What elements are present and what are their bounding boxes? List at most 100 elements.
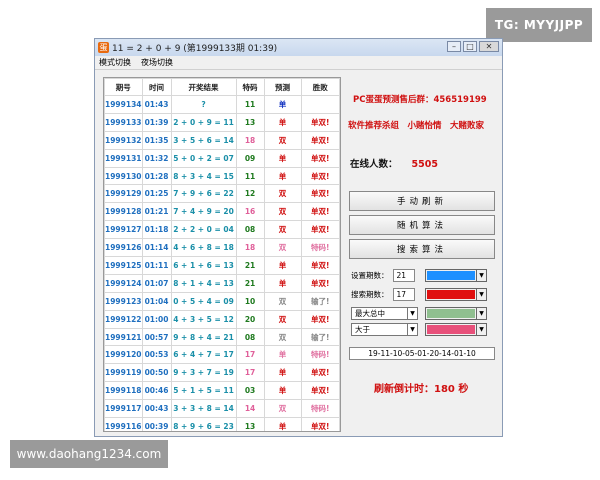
manual-refresh-button[interactable]: 手动刷新 (349, 191, 495, 211)
table-row[interactable]: 1999133 01:39 2 + 0 + 9 = 11 13 单单双! (104, 112, 340, 132)
period-cell: 1999133 (104, 112, 143, 132)
win-loss-cell: 单双! (300, 220, 340, 240)
win-loss-cell: 单双! (300, 112, 340, 132)
table-row[interactable]: 1999130 01:28 8 + 3 + 4 = 15 11 单单双! (104, 166, 340, 186)
result-cell: 5 + 0 + 2 = 07 (170, 148, 237, 168)
result-cell: 7 + 9 + 6 = 22 (170, 184, 237, 204)
prediction-cell: 单 (263, 273, 302, 293)
prediction-cell: 单 (263, 95, 302, 114)
prediction-cell: 单 (263, 345, 302, 365)
win-loss-cell: 单双! (300, 363, 340, 383)
special-cell: 17 (235, 345, 265, 365)
time-cell: 01:00 (141, 309, 172, 329)
prediction-cell: 单 (263, 148, 302, 168)
greater-than-select[interactable]: 大于 ▼ (351, 323, 418, 336)
period-cell: 1999126 (104, 238, 143, 258)
app-icon: 蛋 (98, 42, 109, 53)
table-row[interactable]: 1999123 01:04 0 + 5 + 4 = 09 10 双输了! (104, 291, 340, 311)
result-cell: 2 + 0 + 9 = 11 (170, 112, 237, 132)
countdown-value: 180 (434, 384, 455, 395)
header-time: 时间 (141, 78, 172, 96)
special-cell: 03 (235, 381, 265, 401)
menu-night-switch[interactable]: 夜场切换 (141, 57, 173, 68)
win-loss-cell: 特码! (300, 399, 340, 419)
maximize-button[interactable]: □ (463, 41, 477, 52)
search-algorithm-button[interactable]: 搜索算法 (349, 239, 495, 259)
time-cell: 00:53 (141, 345, 172, 365)
chevron-down-icon: ▼ (476, 270, 486, 281)
countdown-unit: 秒 (458, 384, 469, 395)
watermark-top: TG: MYYJJPP (486, 8, 592, 42)
win-loss-cell: 单双! (300, 256, 340, 275)
table-row[interactable]: 1999125 01:11 6 + 1 + 6 = 13 21 单单双! (104, 256, 340, 275)
table-row[interactable]: 1999124 01:07 8 + 1 + 4 = 13 21 单单双! (104, 273, 340, 293)
result-cell: 0 + 5 + 4 = 09 (170, 291, 237, 311)
period-cell: 1999118 (104, 381, 143, 401)
menu-mode-switch[interactable]: 模式切换 (99, 57, 131, 68)
time-cell: 01:43 (141, 95, 172, 114)
color-picker-3[interactable]: ▼ (425, 307, 487, 320)
special-cell: 18 (235, 238, 265, 258)
table-row[interactable]: 1999127 01:18 2 + 2 + 0 = 04 08 双单双! (104, 220, 340, 240)
table-row[interactable]: 1999117 00:43 3 + 3 + 8 = 14 14 双特码! (104, 399, 340, 419)
period-cell: 1999127 (104, 220, 143, 240)
table-row[interactable]: 1999129 01:25 7 + 9 + 6 = 22 12 双单双! (104, 184, 340, 204)
table-row[interactable]: 1999119 00:50 9 + 3 + 7 = 19 17 单单双! (104, 363, 340, 383)
time-cell: 00:50 (141, 363, 172, 383)
title-bar[interactable]: 蛋 11 = 2 + 0 + 9 (第1999133期 01:39) – □ ✕ (95, 39, 502, 56)
close-button[interactable]: ✕ (479, 41, 499, 52)
special-cell: 13 (235, 112, 265, 132)
table-row[interactable]: 1999131 01:32 5 + 0 + 2 = 07 09 单单双! (104, 148, 340, 168)
table-row[interactable]: 1999120 00:53 6 + 4 + 7 = 17 17 单特码! (104, 345, 340, 365)
period-cell: 1999130 (104, 166, 143, 186)
header-period: 期号 (104, 78, 143, 96)
special-cell: 17 (235, 363, 265, 383)
time-cell: 00:57 (141, 327, 172, 347)
special-cell: 20 (235, 309, 265, 329)
header-win-loss: 胜败 (300, 78, 340, 96)
special-cell: 11 (235, 166, 265, 186)
win-loss-cell: 单双! (300, 148, 340, 168)
color-picker-4[interactable]: ▼ (425, 323, 487, 336)
prediction-cell: 双 (263, 184, 302, 204)
header-prediction: 预测 (263, 78, 302, 96)
online-label: 在线人数： (350, 159, 398, 170)
time-cell: 01:39 (141, 112, 172, 132)
table-row[interactable]: 1999132 01:35 3 + 5 + 6 = 14 18 双单双! (104, 130, 340, 150)
prediction-cell: 单 (263, 112, 302, 132)
special-cell: 10 (235, 291, 265, 311)
result-cell: 4 + 3 + 5 = 12 (170, 309, 237, 329)
sequence-field[interactable]: 19-11-10-05-01-20-14-01-10 (349, 347, 495, 360)
special-cell: 11 (235, 95, 265, 114)
period-cell: 1999131 (104, 148, 143, 168)
time-cell: 01:14 (141, 238, 172, 258)
chevron-down-icon: ▼ (407, 308, 417, 319)
table-row[interactable]: 1999121 00:57 9 + 8 + 4 = 21 08 双输了! (104, 327, 340, 347)
period-cell: 1999128 (104, 202, 143, 222)
prediction-cell: 单 (263, 166, 302, 186)
periods-input[interactable]: 21 (392, 269, 415, 282)
win-loss-cell: 单双! (300, 309, 340, 329)
period-cell: 1999119 (104, 363, 143, 383)
random-algorithm-button[interactable]: 随机算法 (349, 215, 495, 235)
table-row[interactable]: 1999118 00:46 5 + 1 + 5 = 11 03 单单双! (104, 381, 340, 401)
color-picker-2[interactable]: ▼ (425, 288, 487, 301)
time-cell: 01:21 (141, 202, 172, 222)
search-input[interactable]: 17 (392, 288, 415, 301)
color-picker-1[interactable]: ▼ (425, 269, 487, 282)
table-row[interactable]: 1999134 01:43? 11 单 (104, 95, 340, 114)
win-loss-cell: 单双! (300, 273, 340, 293)
table-row[interactable]: 1999116 00:39 8 + 9 + 6 = 23 13 单单双! (104, 417, 340, 431)
table-row[interactable]: 1999122 01:00 4 + 3 + 5 = 12 20 双单双! (104, 309, 340, 329)
refresh-countdown: 刷新倒计时：180 秒 (374, 380, 468, 395)
max-total-select[interactable]: 最大总中 ▼ (351, 307, 418, 320)
result-cell: 8 + 1 + 4 = 13 (170, 273, 237, 293)
win-loss-cell: 单双! (300, 202, 340, 222)
special-cell: 12 (235, 184, 265, 204)
time-cell: 00:43 (141, 399, 172, 419)
table-row[interactable]: 1999126 01:14 4 + 6 + 8 = 18 18 双特码! (104, 238, 340, 258)
table-row[interactable]: 1999128 01:21 7 + 4 + 9 = 20 16 双单双! (104, 202, 340, 222)
prediction-cell: 双 (263, 130, 302, 150)
header-result: 开奖结果 (170, 78, 237, 96)
minimize-button[interactable]: – (447, 41, 461, 52)
